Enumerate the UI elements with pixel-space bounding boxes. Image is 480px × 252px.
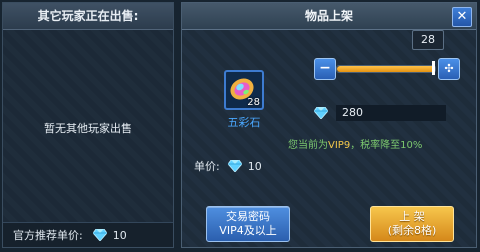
quantity-slider-thumb[interactable]: [432, 61, 435, 75]
list-item-header: 物品上架 ✕: [182, 3, 476, 30]
diamond-icon: [92, 229, 107, 241]
close-icon[interactable]: ✕: [452, 7, 472, 27]
diamond-icon: [314, 107, 328, 119]
vip-level: VIP9: [328, 140, 351, 151]
empty-list-message: 暂无其他玩家出售: [44, 122, 132, 135]
list-item-body: 28 五彩石 28 − ✣ 280 您当前为VIP9，税率降至10% 单价: 1…: [182, 30, 476, 247]
total-price-row: 280: [314, 104, 454, 122]
recommended-price-label: 官方推荐单价:: [13, 229, 83, 242]
total-price-field[interactable]: 280: [336, 105, 446, 121]
unit-price-value: 10: [247, 159, 262, 173]
list-button-line1: 上 架: [399, 210, 425, 223]
recommended-price-bar: 官方推荐单价: 10: [3, 222, 173, 247]
list-for-sale-button[interactable]: 上 架 (剩余8格): [370, 206, 454, 242]
trade-password-button[interactable]: 交易密码 VIP4及以上: [206, 206, 290, 242]
plus-move-icon[interactable]: ✣: [438, 58, 460, 80]
minus-icon[interactable]: −: [314, 58, 336, 80]
quantity-slider[interactable]: [336, 65, 436, 73]
vip-note-suffix: ，税率降至10%: [350, 140, 423, 151]
vip-tax-note: 您当前为VIP9，税率降至10%: [288, 136, 422, 151]
quantity-slider-fill: [337, 66, 435, 72]
recommended-price-value: 10: [112, 228, 127, 242]
item-slot[interactable]: 28: [224, 70, 264, 110]
list-item-title: 物品上架: [304, 9, 353, 23]
quantity-value: 28: [412, 30, 444, 50]
unit-price-row: 单价: 10: [194, 158, 262, 174]
trade-button-line1: 交易密码: [226, 210, 270, 223]
other-players-panel: 其它玩家正在出售: 暂无其他玩家出售 官方推荐单价: 10: [2, 2, 174, 248]
other-players-list: 暂无其他玩家出售: [3, 30, 173, 223]
other-players-title: 其它玩家正在出售:: [3, 3, 173, 30]
list-item-panel: 物品上架 ✕ 28 五彩石 28 − ✣ 280 您当前为VIP9，税率降至10…: [181, 2, 477, 248]
vip-note-prefix: 您当前为: [288, 140, 328, 151]
trade-button-line2: VIP4及以上: [219, 224, 277, 237]
diamond-icon: [227, 160, 242, 172]
unit-price-label: 单价:: [194, 160, 220, 173]
game-ui-root: 其它玩家正在出售: 暂无其他玩家出售 官方推荐单价: 10 物品上架 ✕ 28 …: [0, 0, 480, 252]
item-count: 28: [247, 97, 260, 108]
list-button-line2: (剩余8格): [387, 224, 437, 237]
item-name: 五彩石: [227, 116, 261, 129]
